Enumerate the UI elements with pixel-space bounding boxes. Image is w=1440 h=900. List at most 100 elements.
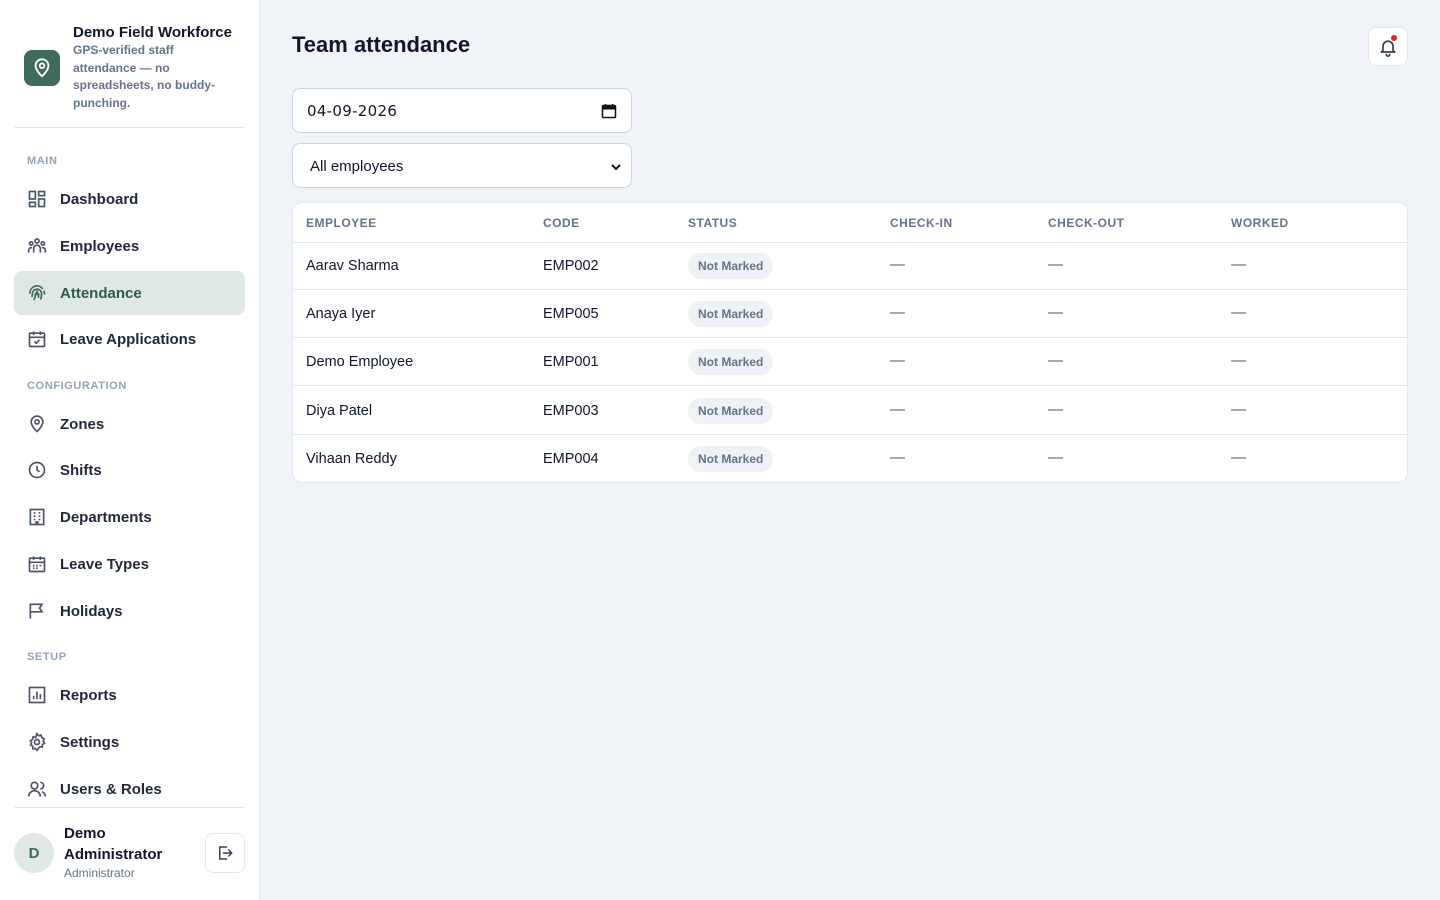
employee-name: Aarav Sharma — [306, 258, 399, 274]
logout-icon — [219, 846, 233, 860]
sidebar-item-zones[interactable]: Zones — [14, 402, 245, 446]
date-input[interactable]: 04-09-2026 — [292, 88, 632, 133]
check-out-value: — — [1048, 449, 1063, 466]
column-header-check-out: CHECK-OUT — [1048, 216, 1125, 230]
sidebar-item-attendance[interactable]: Attendance — [14, 271, 245, 315]
employee-name: Vihaan Reddy — [306, 451, 397, 467]
status-badge: Not Marked — [688, 446, 774, 472]
section-label-main: MAIN — [27, 155, 58, 167]
table-row[interactable]: Aarav Sharma EMP002 Not Marked — — — — [293, 242, 1407, 290]
employee-code: EMP003 — [543, 403, 599, 419]
employee-select[interactable]: All employees — [292, 143, 632, 188]
check-out-value: — — [1048, 401, 1063, 418]
sidebar-item-departments[interactable]: Departments — [14, 495, 245, 539]
check-in-value: — — [890, 352, 905, 369]
column-header-worked: WORKED — [1231, 216, 1289, 230]
clock-icon — [28, 461, 46, 479]
status-badge: Not Marked — [688, 253, 774, 279]
sidebar-item-reports[interactable]: Reports — [14, 673, 245, 717]
brand-title: Demo Field Workforce — [73, 24, 232, 41]
users-icon — [27, 781, 47, 797]
fingerprint-icon — [29, 285, 46, 301]
flag-icon — [29, 603, 44, 619]
sidebar-item-leave-applications[interactable]: Leave Applications — [14, 317, 245, 361]
worked-value: — — [1231, 401, 1246, 418]
sidebar-item-label: Dashboard — [60, 190, 139, 208]
notification-dot — [1390, 34, 1398, 42]
calendar-check-icon — [28, 331, 46, 348]
check-in-value: — — [890, 304, 905, 321]
sidebar-item-label: Users & Roles — [60, 780, 162, 798]
table-row[interactable]: Vihaan Reddy EMP004 Not Marked — — — — [293, 435, 1407, 482]
calendar-icon[interactable] — [601, 103, 617, 119]
bar-chart-icon — [28, 686, 46, 704]
sidebar-item-label: Settings — [60, 733, 120, 751]
status-badge: Not Marked — [688, 301, 774, 327]
sidebar-item-leave-types[interactable]: Leave Types — [14, 542, 245, 586]
employee-code: EMP005 — [543, 306, 599, 322]
date-value: 04-09-2026 — [307, 102, 398, 120]
column-header-status: STATUS — [688, 216, 738, 230]
sidebar-item-users-roles[interactable]: Users & Roles — [14, 767, 245, 811]
dashboard-icon — [28, 190, 46, 208]
brand-subtitle: GPS-verified staff attendance — no sprea… — [73, 43, 216, 110]
sidebar-item-dashboard[interactable]: Dashboard — [14, 177, 245, 221]
column-header-check-in: CHECK-IN — [890, 216, 953, 230]
table-row[interactable]: Anaya Iyer EMP005 Not Marked — — — — [293, 290, 1407, 338]
sidebar-item-holidays[interactable]: Holidays — [14, 589, 245, 633]
check-out-value: — — [1048, 304, 1063, 321]
notification-button[interactable] — [1368, 27, 1408, 66]
sidebar-item-label: Employees — [60, 237, 140, 255]
brand-header: Demo Field Workforce GPS-verified staff … — [14, 14, 245, 128]
calendar-icon — [28, 556, 46, 573]
column-header-employee: EMPLOYEE — [306, 216, 377, 230]
table-row[interactable]: Demo Employee EMP001 Not Marked — — — — [293, 338, 1407, 386]
location-pin-icon — [24, 50, 60, 86]
sidebar-item-label: Shifts — [60, 461, 102, 479]
check-in-value: — — [890, 401, 905, 418]
column-header-code: CODE — [543, 216, 580, 230]
people-icon — [27, 238, 47, 253]
status-badge: Not Marked — [688, 398, 774, 424]
employee-name: Demo Employee — [306, 354, 414, 370]
check-out-value: — — [1048, 352, 1063, 369]
sidebar-item-label: Holidays — [60, 602, 123, 620]
user-role: Administrator — [64, 866, 135, 880]
sidebar-item-label: Leave Types — [60, 555, 149, 573]
building-icon — [29, 508, 45, 526]
worked-value: — — [1231, 352, 1246, 369]
sidebar-item-settings[interactable]: Settings — [14, 720, 245, 764]
employee-name: Diya Patel — [306, 403, 373, 419]
sidebar-item-label: Leave Applications — [60, 330, 197, 348]
table-row[interactable]: Diya Patel EMP003 Not Marked — — — — [293, 387, 1407, 435]
user-profile: D Demo Administrator Administrator — [14, 807, 245, 900]
employee-select-value: All employees — [310, 158, 404, 175]
worked-value: — — [1231, 256, 1246, 273]
worked-value: — — [1231, 449, 1246, 466]
page-title: Team attendance — [292, 32, 471, 57]
avatar: D — [14, 833, 54, 873]
sidebar-item-label: Reports — [60, 686, 117, 704]
worked-value: — — [1231, 304, 1246, 321]
section-label-configuration: CONFIGURATION — [27, 380, 127, 392]
location-pin-icon — [30, 415, 44, 433]
logout-button[interactable] — [205, 833, 245, 873]
check-in-value: — — [890, 449, 905, 466]
status-badge: Not Marked — [688, 349, 774, 375]
check-out-value: — — [1048, 256, 1063, 273]
sidebar-item-shifts[interactable]: Shifts — [14, 448, 245, 492]
user-name: Demo Administrator — [64, 825, 163, 863]
sidebar-item-label: Departments — [60, 508, 152, 526]
section-label-setup: SETUP — [27, 651, 67, 663]
sidebar-item-label: Attendance — [60, 284, 142, 302]
chevron-down-icon — [611, 164, 621, 171]
employee-code: EMP001 — [543, 354, 599, 370]
employee-name: Anaya Iyer — [306, 306, 376, 322]
attendance-table: EMPLOYEE CODE STATUS CHECK-IN CHECK-OUT … — [292, 202, 1408, 483]
employee-code: EMP002 — [543, 258, 599, 274]
sidebar: Demo Field Workforce GPS-verified staff … — [0, 0, 260, 900]
sidebar-item-label: Zones — [60, 415, 105, 433]
employee-code: EMP004 — [543, 451, 599, 467]
gear-icon — [29, 732, 46, 752]
sidebar-item-employees[interactable]: Employees — [14, 224, 245, 268]
